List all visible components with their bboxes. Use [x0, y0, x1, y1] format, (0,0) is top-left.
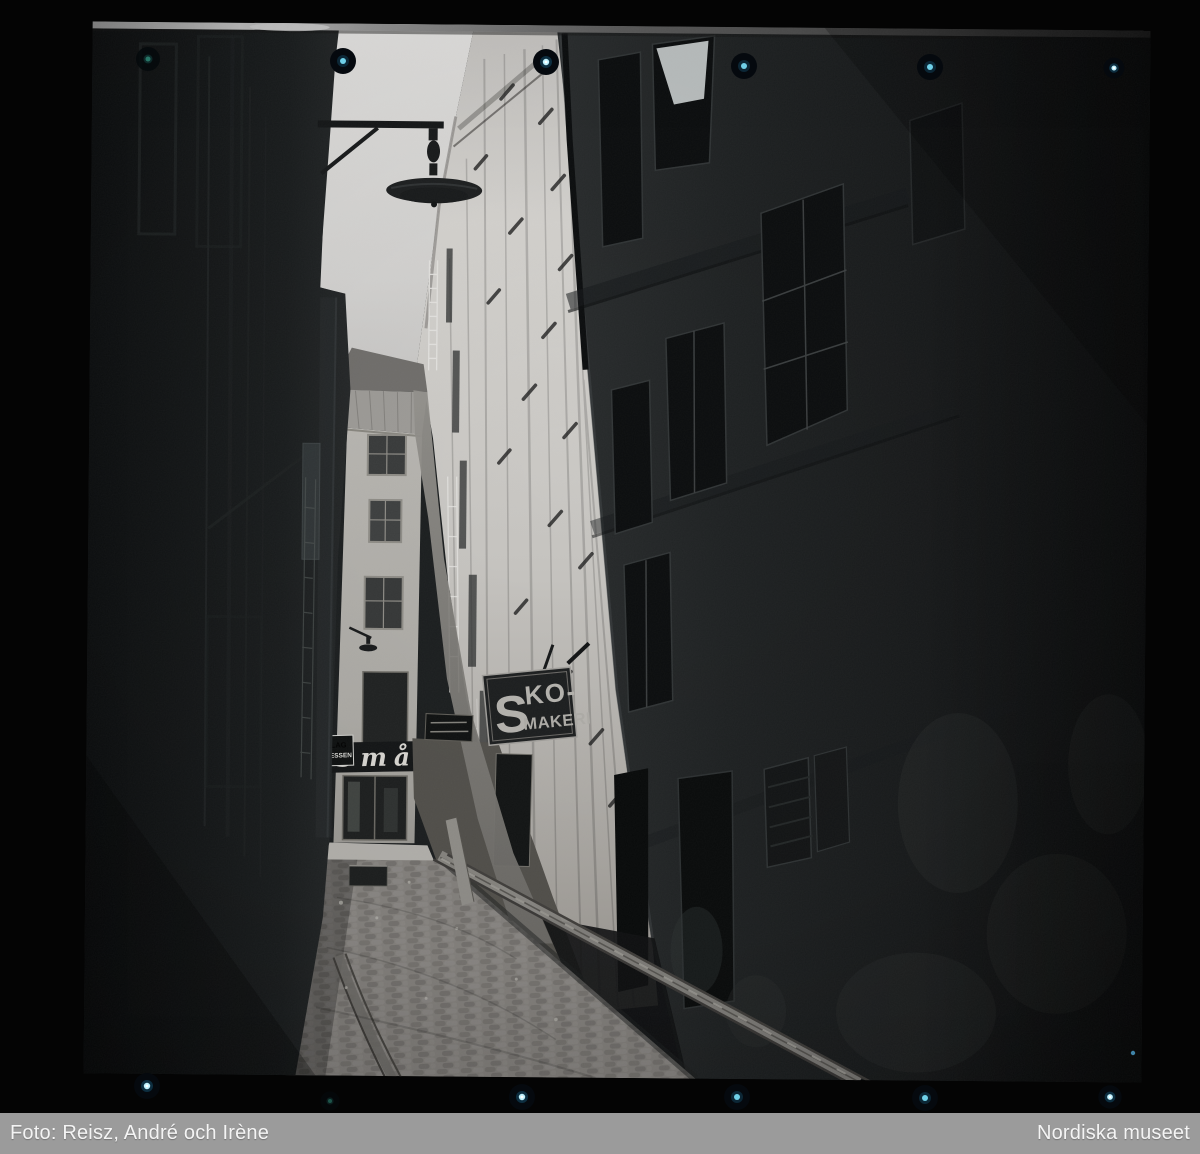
film-grain: [83, 21, 1150, 1082]
caption-bar: Foto: Reisz, André och Irène Nordiska mu…: [0, 1113, 1200, 1154]
blue-speck: [1131, 1051, 1135, 1055]
mounting-pin: [330, 48, 356, 74]
mounting-pin: [731, 53, 757, 79]
photo-artwork: Små SLAG PRESSEN: [0, 0, 1200, 1154]
mounting-pin: [1104, 58, 1125, 79]
photo-print: Små SLAG PRESSEN: [83, 21, 1154, 1088]
mounting-pin: [134, 1073, 160, 1099]
mounting-pin: [509, 1084, 535, 1110]
mounting-pin: [912, 1085, 938, 1111]
mounting-pin: [917, 54, 943, 80]
mounting-pin: [1098, 1085, 1121, 1108]
photo-credit: Foto: Reisz, André och Irène: [10, 1122, 269, 1145]
mounting-pin: [136, 47, 160, 71]
mounting-pin: [724, 1084, 750, 1110]
scanned-photo-page: Små SLAG PRESSEN: [0, 0, 1200, 1154]
mounting-pin: [533, 49, 559, 75]
mounting-pin: [320, 1091, 339, 1110]
museum-name: Nordiska museet: [1037, 1122, 1190, 1145]
